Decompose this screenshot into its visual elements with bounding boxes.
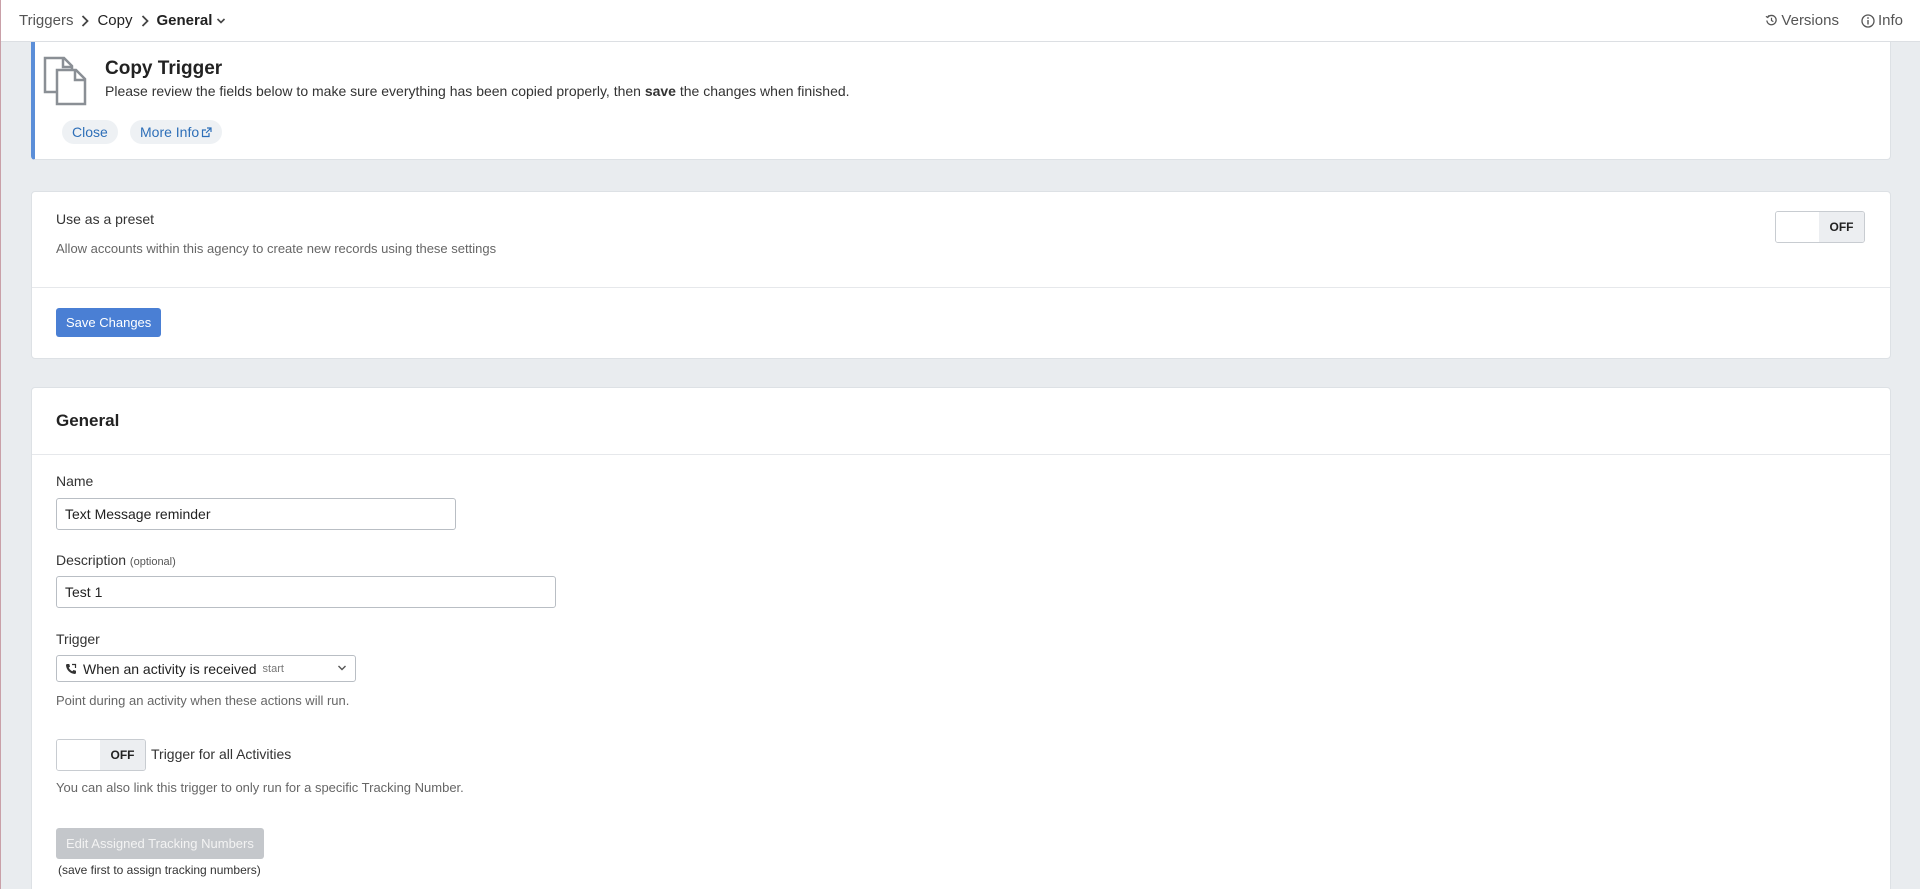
external-link-icon — [201, 126, 212, 138]
trigger-help-text: Point during an activity when these acti… — [56, 693, 350, 708]
general-card: General Name Text Message reminder Descr… — [31, 387, 1891, 889]
section-title: General — [56, 411, 120, 430]
link-help-text: You can also link this trigger to only r… — [56, 780, 464, 795]
preset-label: Use as a preset — [56, 211, 155, 227]
description-label-text: Description — [56, 552, 127, 568]
notice-title: Copy Trigger — [105, 58, 223, 79]
edit-tracking-numbers-button[interactable]: Edit Assigned Tracking Numbers — [56, 828, 264, 859]
toggle-knob — [57, 740, 102, 770]
info-icon — [1861, 13, 1875, 28]
save-changes-button[interactable]: Save Changes — [56, 308, 162, 337]
name-field[interactable]: Text Message reminder — [56, 498, 456, 530]
name-label: Name — [56, 473, 94, 489]
more-info-link[interactable]: More Info — [130, 120, 223, 144]
notice-message: Please review the fields below to make s… — [105, 83, 850, 99]
copy-trigger-notice: Copy Trigger Please review the fields be… — [31, 42, 1891, 160]
all-activities-toggle[interactable]: OFF — [56, 739, 146, 771]
preset-card: Use as a preset Allow accounts within th… — [31, 191, 1891, 359]
history-icon — [1765, 14, 1778, 27]
breadcrumb-current-label: General — [156, 12, 213, 29]
preset-help-text: Allow accounts within this agency to cre… — [56, 241, 497, 256]
notice-message-start: Please review the fields below to make s… — [105, 83, 645, 99]
versions-label: Versions — [1781, 12, 1839, 29]
top-actions: Versions Info — [1765, 12, 1903, 29]
top-bar: Triggers Copy General Versions Info — [1, 0, 1920, 42]
close-button[interactable]: Close — [62, 120, 118, 144]
info-button[interactable]: Info — [1861, 12, 1903, 29]
copy-icon — [40, 56, 92, 106]
toggle-knob — [1776, 212, 1821, 242]
breadcrumb-current[interactable]: General — [157, 12, 227, 29]
info-label: Info — [1877, 12, 1903, 29]
preset-toggle[interactable]: OFF — [1775, 211, 1865, 243]
chevron-right-icon — [141, 14, 149, 27]
trigger-label: Trigger — [56, 631, 100, 647]
breadcrumb-copy[interactable]: Copy — [97, 12, 132, 29]
trigger-value: When an activity is received — [83, 660, 257, 677]
notice-message-bold: save — [644, 83, 676, 99]
divider — [32, 454, 1890, 455]
chevron-right-icon — [81, 14, 90, 27]
optional-tag: (optional) — [129, 556, 176, 568]
breadcrumb: Triggers Copy General — [19, 12, 226, 29]
breadcrumb-triggers[interactable]: Triggers — [19, 12, 73, 29]
trigger-select[interactable]: When an activity is received start — [56, 655, 356, 682]
description-label: Description (optional) — [56, 552, 176, 568]
chevron-down-icon — [337, 664, 347, 672]
save-first-note: (save first to assign tracking numbers) — [58, 863, 261, 877]
toggle-state: OFF — [100, 740, 145, 770]
notice-message-end: the changes when finished. — [675, 83, 850, 99]
all-activities-label: Trigger for all Activities — [151, 746, 292, 762]
chevron-down-icon — [216, 17, 226, 25]
more-info-label: More Info — [140, 124, 200, 140]
toggle-state: OFF — [1819, 212, 1864, 242]
divider — [32, 287, 1890, 288]
versions-button[interactable]: Versions — [1765, 12, 1839, 29]
description-field[interactable]: Test 1 — [56, 576, 556, 608]
close-label: Close — [72, 124, 108, 140]
phone-icon — [65, 663, 77, 675]
trigger-sub: start — [262, 662, 284, 675]
